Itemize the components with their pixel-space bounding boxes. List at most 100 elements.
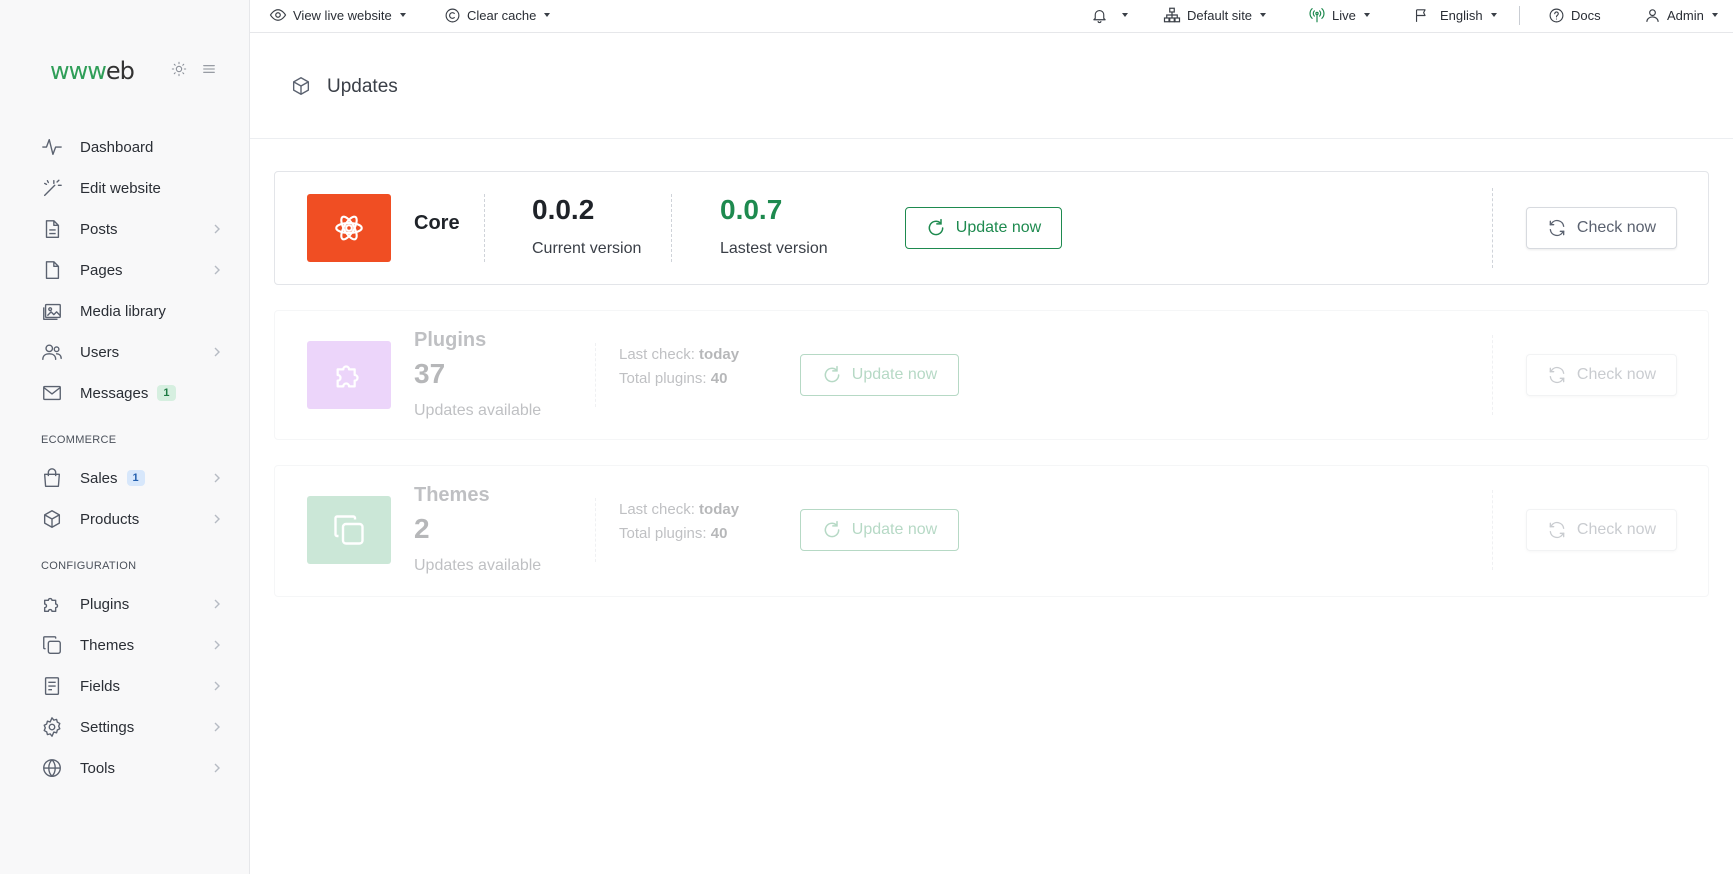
sidebar-item-posts[interactable]: Posts (0, 210, 250, 248)
caret-down-icon (544, 13, 551, 17)
notifications-button[interactable] (1090, 0, 1128, 30)
brand-logo-mark: www (50, 57, 107, 85)
themes-update-now-button[interactable]: Update now (800, 509, 959, 551)
total-plugins-value: 40 (710, 370, 728, 387)
sidebar-item-label: Settings (80, 718, 135, 736)
sidebar-item-label: Messages (80, 384, 149, 402)
eye-icon (269, 6, 287, 24)
chevron-right-icon (212, 223, 222, 235)
plugins-check-now-button[interactable]: Check now (1526, 354, 1677, 396)
sidebar-item-edit-website[interactable]: Edit website (0, 169, 250, 207)
core-check-now-button[interactable]: Check now (1526, 207, 1677, 249)
themes-check-now-button[interactable]: Check now (1526, 509, 1677, 551)
core-update-now-button[interactable]: Update now (905, 207, 1062, 249)
users-icon (41, 341, 63, 363)
sitemap-icon (1163, 6, 1181, 24)
divider (484, 194, 485, 262)
last-check-value: today (699, 501, 740, 518)
total-plugins-label: Total plugins: (619, 525, 707, 542)
sync-icon (1547, 365, 1567, 385)
site-selector[interactable]: Default site (1163, 0, 1267, 30)
chevron-right-icon (212, 762, 222, 774)
divider (671, 194, 672, 262)
sidebar-item-pages[interactable]: Pages (0, 251, 250, 289)
section-label-configuration: CONFIGURATION (41, 560, 137, 572)
sidebar-item-products[interactable]: Products (0, 500, 250, 538)
topbar: View live website Clear cache Default si… (250, 0, 1733, 33)
mail-icon (41, 382, 63, 404)
topbar-divider (1519, 6, 1520, 25)
sidebar-item-label: Themes (80, 636, 135, 654)
sidebar-item-dashboard[interactable]: Dashboard (0, 128, 250, 166)
themes-name: Themes (414, 484, 490, 506)
menu-toggle-icon[interactable] (200, 60, 218, 78)
chevron-right-icon (212, 513, 222, 525)
language-selector-label: English (1440, 7, 1483, 23)
sales-count-badge: 1 (126, 470, 145, 486)
clear-cache-label: Clear cache (467, 7, 537, 23)
last-check-label: Last check: (619, 501, 695, 518)
globe-icon (41, 757, 63, 779)
sidebar-item-messages[interactable]: Messages 1 (0, 374, 250, 412)
flag-icon (1412, 6, 1430, 24)
themes-update-card: Themes 2 Updates available Last check: t… (274, 465, 1709, 597)
divider (1492, 490, 1493, 570)
sidebar-item-label: Products (80, 510, 140, 528)
mode-selector[interactable]: Live (1308, 0, 1370, 30)
theme-toggle-sun-icon[interactable] (170, 60, 188, 78)
plugins-update-now-button[interactable]: Update now (800, 354, 959, 396)
sidebar-item-label: Media library (80, 302, 166, 320)
chevron-right-icon (212, 346, 222, 358)
activity-icon (41, 136, 63, 158)
shopping-bag-icon (41, 467, 63, 489)
page-title: Updates (327, 76, 398, 97)
brand-logo[interactable]: wwweb (50, 56, 135, 86)
bell-icon (1090, 6, 1108, 24)
atom-icon (332, 211, 366, 245)
user-menu-label: Admin (1667, 7, 1704, 23)
mode-selector-label: Live (1332, 7, 1356, 23)
sidebar-item-settings[interactable]: Settings (0, 708, 250, 746)
sidebar-item-label: Sales (80, 469, 118, 487)
clear-cache-button[interactable]: Clear cache (443, 0, 551, 30)
file-icon (41, 259, 63, 281)
divider (595, 343, 596, 407)
core-current-version: 0.0.2 (532, 194, 595, 225)
themes-check-now-label: Check now (1576, 521, 1657, 538)
sync-icon (1547, 520, 1567, 540)
brand-logo-suffix: eb (105, 57, 135, 85)
sidebar-item-tools[interactable]: Tools (0, 749, 250, 787)
refresh-icon (926, 218, 946, 238)
sidebar-item-label: Users (80, 343, 120, 361)
last-check-value: today (699, 346, 740, 363)
sidebar-item-sales[interactable]: Sales 1 (0, 459, 250, 497)
plugins-updates-count: 37 (414, 358, 446, 389)
themes-logo (307, 496, 391, 564)
view-live-website-button[interactable]: View live website (269, 0, 406, 30)
chevron-right-icon (212, 472, 222, 484)
caret-down-icon (1711, 13, 1718, 17)
chevron-right-icon (212, 639, 222, 651)
site-selector-label: Default site (1187, 7, 1253, 23)
box-icon (290, 75, 312, 97)
caret-down-icon (1363, 13, 1370, 17)
refresh-icon (822, 365, 842, 385)
sidebar-item-media-library[interactable]: Media library (0, 292, 250, 330)
plugins-updates-label: Updates available (414, 402, 542, 419)
sidebar-item-users[interactable]: Users (0, 333, 250, 371)
docs-link[interactable]: Docs (1547, 0, 1601, 30)
language-selector[interactable]: English (1412, 0, 1497, 30)
sidebar-item-plugins[interactable]: Plugins (0, 585, 250, 623)
sidebar-item-themes[interactable]: Themes (0, 626, 250, 664)
divider (1492, 335, 1493, 415)
core-latest-version: 0.0.7 (720, 194, 783, 225)
plugins-logo (307, 341, 391, 409)
broadcast-icon (1308, 6, 1326, 24)
core-name: Core (414, 212, 460, 234)
refresh-icon (822, 520, 842, 540)
copy-icon (41, 634, 63, 656)
sidebar-item-fields[interactable]: Fields (0, 667, 250, 705)
themes-updates-label: Updates available (414, 557, 542, 574)
user-menu[interactable]: Admin (1643, 0, 1718, 30)
form-icon (41, 675, 63, 697)
